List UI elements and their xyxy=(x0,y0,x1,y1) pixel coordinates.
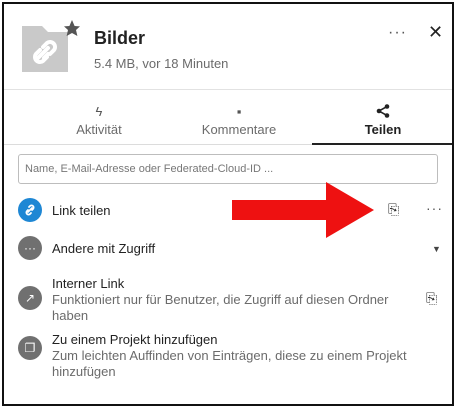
close-icon[interactable]: ✕ xyxy=(428,22,443,43)
internal-link-row: ↗ Interner Link Funktioniert nur für Ben… xyxy=(18,276,448,323)
link-share-label: Link teilen xyxy=(52,203,111,218)
project-description: Zum leichten Auffinden von Einträgen, di… xyxy=(52,348,407,379)
clipboard-icon[interactable]: ⎘ xyxy=(388,201,399,218)
tab-comments[interactable]: ▪ Kommentare xyxy=(164,100,314,146)
comment-icon: ▪ xyxy=(236,104,242,119)
tab-activity[interactable]: ϟ Aktivität xyxy=(24,100,174,146)
lightning-icon: ϟ xyxy=(95,104,103,119)
add-to-project-row[interactable]: ❐ Zu einem Projekt hinzufügen Zum leicht… xyxy=(18,332,448,380)
dots-icon: ··· xyxy=(18,236,42,260)
file-subtitle: 5.4 MB, vor 18 Minuten xyxy=(94,56,229,71)
share-search-input[interactable] xyxy=(18,154,438,184)
link-icon xyxy=(18,198,42,222)
external-link-icon: ↗ xyxy=(18,286,42,310)
active-tab-indicator xyxy=(312,143,452,145)
folder-link-icon xyxy=(22,20,80,72)
internal-link-description: Funktioniert nur für Benutzer, die Zugri… xyxy=(52,292,389,323)
others-access-row[interactable]: ··· Andere mit Zugriff ▼ xyxy=(18,236,448,262)
tab-bar: ϟ Aktivität ▪ Kommentare Teilen xyxy=(4,100,452,146)
tab-label: Kommentare xyxy=(201,122,277,137)
clipboard-icon[interactable]: ⎘ xyxy=(426,290,437,307)
project-title: Zu einem Projekt hinzufügen xyxy=(52,332,218,347)
internal-link-title: Interner Link xyxy=(52,276,125,291)
sidebar-panel: Bilder 5.4 MB, vor 18 Minuten ··· ✕ ϟ Ak… xyxy=(2,2,454,406)
chevron-down-icon[interactable]: ▼ xyxy=(432,244,441,254)
tab-label: Aktivität xyxy=(76,122,122,137)
others-access-label: Andere mit Zugriff xyxy=(52,241,156,256)
file-header: Bilder 5.4 MB, vor 18 Minuten ··· ✕ xyxy=(4,4,452,90)
red-arrow-annotation xyxy=(232,182,374,238)
link-share-menu-icon[interactable]: ··· xyxy=(426,200,443,216)
tab-label: Teilen xyxy=(364,122,402,137)
file-title: Bilder xyxy=(94,28,146,48)
tab-share[interactable]: Teilen xyxy=(308,100,456,146)
share-icon xyxy=(308,100,456,120)
more-icon[interactable]: ··· xyxy=(388,24,407,42)
project-icon: ❐ xyxy=(18,336,42,360)
